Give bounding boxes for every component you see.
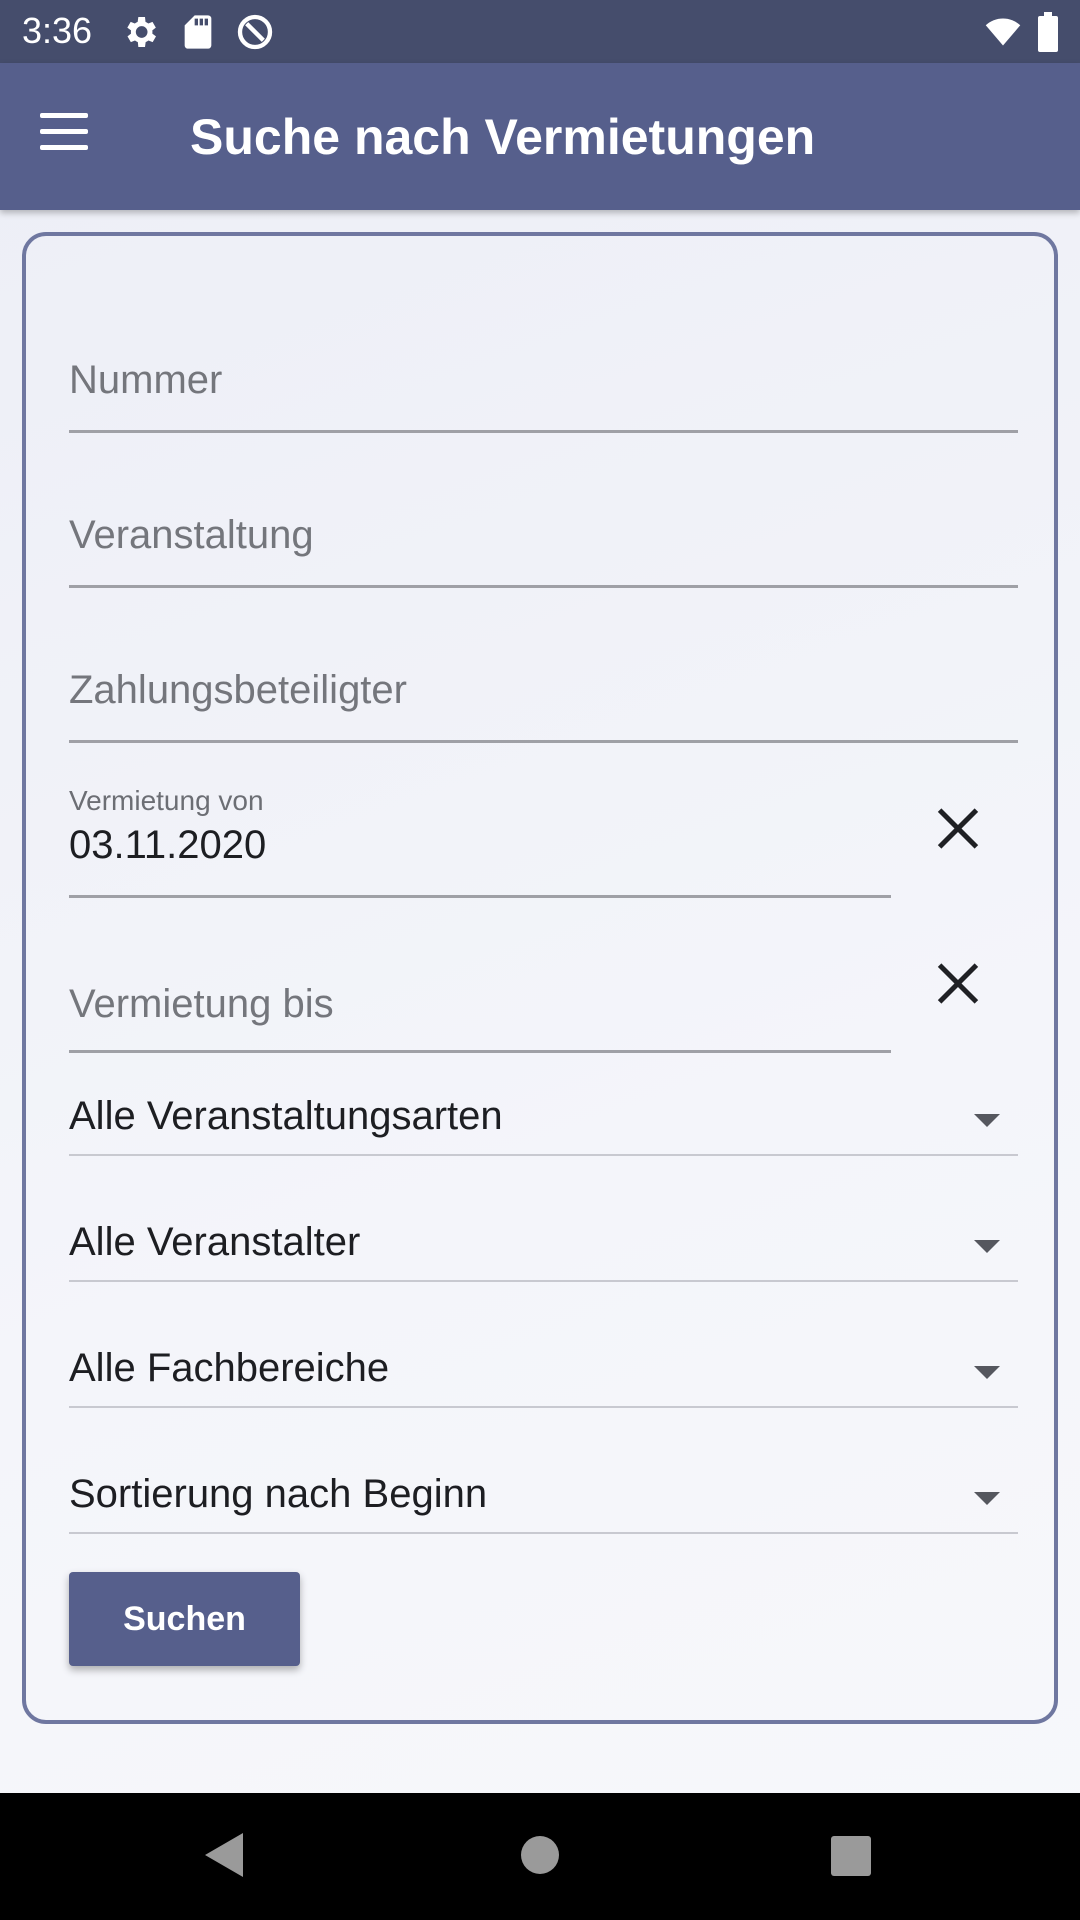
home-icon[interactable]: [521, 1836, 559, 1874]
navigation-bar: [0, 1793, 1080, 1920]
fachbereiche-selected: Alle Fachbereiche: [69, 1346, 390, 1390]
hamburger-menu-icon[interactable]: [40, 113, 96, 159]
search-form-card: Nummer Veranstaltung Zahlungsbeteiligter…: [22, 232, 1058, 1724]
vermietung-bis-placeholder: Vermietung bis: [69, 982, 334, 1026]
veranstalter-dropdown[interactable]: Alle Veranstalter: [69, 1192, 1018, 1282]
clear-vermietung-von-icon[interactable]: [930, 802, 986, 858]
fachbereiche-dropdown[interactable]: Alle Fachbereiche: [69, 1318, 1018, 1408]
clear-vermietung-bis-icon[interactable]: [930, 957, 986, 1013]
chevron-down-icon: [974, 1492, 1000, 1505]
search-button[interactable]: Suchen: [69, 1572, 300, 1666]
screen: 3:36 Suche nach Vermietungen Nummer Vera…: [0, 0, 1080, 1920]
zahlungsbeteiligter-field[interactable]: Zahlungsbeteiligter: [69, 632, 1018, 743]
veranstaltung-field[interactable]: Veranstaltung: [69, 477, 1018, 588]
veranstaltungsarten-selected: Alle Veranstaltungsarten: [69, 1094, 503, 1138]
page-title: Suche nach Vermietungen: [190, 109, 816, 165]
settings-icon: [127, 17, 156, 47]
vermietung-von-field[interactable]: Vermietung von 03.11.2020: [69, 777, 891, 898]
recents-icon[interactable]: [831, 1836, 871, 1876]
status-time: 3:36: [22, 10, 93, 51]
vpn-icon: [237, 14, 273, 50]
sortierung-dropdown[interactable]: Sortierung nach Beginn: [69, 1444, 1018, 1534]
zahlungsbeteiligter-placeholder: Zahlungsbeteiligter: [69, 668, 407, 712]
nummer-field[interactable]: Nummer: [69, 322, 1018, 433]
chevron-down-icon: [974, 1114, 1000, 1127]
veranstaltung-placeholder: Veranstaltung: [69, 513, 314, 557]
battery-icon: [1038, 12, 1058, 52]
chevron-down-icon: [974, 1240, 1000, 1253]
nummer-placeholder: Nummer: [69, 358, 223, 402]
vermietung-von-label: Vermietung von: [69, 785, 264, 816]
sd-card-icon: [184, 15, 212, 49]
sortierung-selected: Sortierung nach Beginn: [69, 1472, 488, 1516]
vermietung-von-value: 03.11.2020: [69, 823, 267, 867]
veranstaltungsarten-dropdown[interactable]: Alle Veranstaltungsarten: [69, 1066, 1018, 1156]
wifi-icon: [985, 18, 1021, 46]
status-bar: 3:36: [0, 0, 1080, 63]
app-bar: Suche nach Vermietungen: [0, 63, 1080, 210]
veranstalter-selected: Alle Veranstalter: [69, 1220, 361, 1264]
chevron-down-icon: [974, 1366, 1000, 1379]
back-icon[interactable]: [205, 1833, 243, 1877]
vermietung-bis-field[interactable]: Vermietung bis: [69, 932, 891, 1053]
